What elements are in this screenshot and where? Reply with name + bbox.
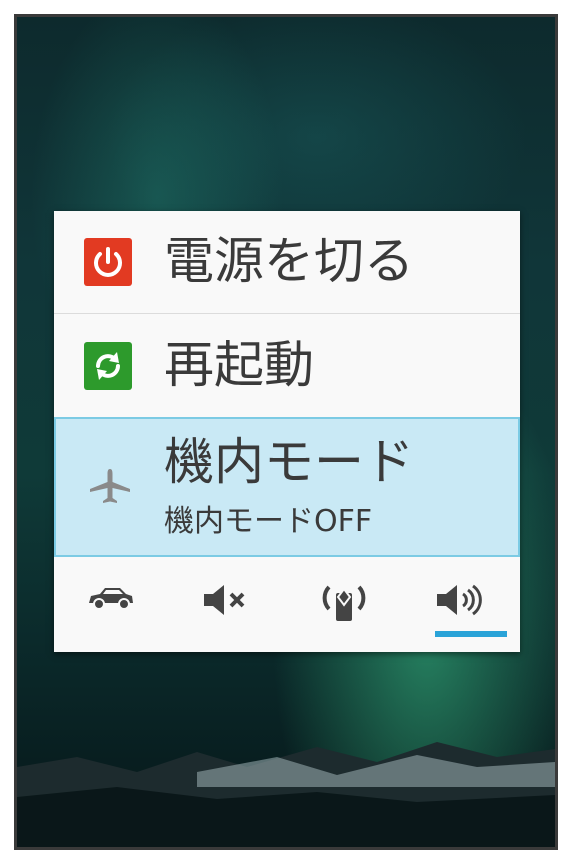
wallpaper-mountains <box>17 742 555 847</box>
power-off-item[interactable]: 電源を切る <box>54 211 520 314</box>
power-menu-dialog: 電源を切る 再起動 機内モード 機内モードOFF <box>54 211 520 652</box>
airplane-mode-status: 機内モードOFF <box>164 504 373 539</box>
sound-mode-bar <box>54 557 520 652</box>
silent-mode-button[interactable] <box>170 557 286 652</box>
speaker-icon <box>437 584 482 616</box>
restart-item[interactable]: 再起動 <box>54 314 520 417</box>
selected-mode-indicator <box>435 631 507 637</box>
vibrate-mode-button[interactable] <box>287 557 403 652</box>
power-off-label: 電源を切る <box>164 232 414 290</box>
power-icon <box>84 238 132 286</box>
restart-label: 再起動 <box>164 336 314 394</box>
airplane-mode-item[interactable]: 機内モード 機内モードOFF <box>54 417 520 557</box>
car-icon <box>89 588 133 610</box>
drive-mode-button[interactable] <box>54 557 170 652</box>
mute-icon <box>204 585 245 615</box>
vibrate-icon <box>322 585 366 621</box>
airplane-icon <box>90 469 130 503</box>
restart-icon <box>84 342 132 390</box>
screen: 電源を切る 再起動 機内モード 機内モードOFF <box>14 14 558 850</box>
sound-on-mode-button[interactable] <box>403 557 519 652</box>
airplane-mode-label: 機内モード <box>164 433 414 491</box>
